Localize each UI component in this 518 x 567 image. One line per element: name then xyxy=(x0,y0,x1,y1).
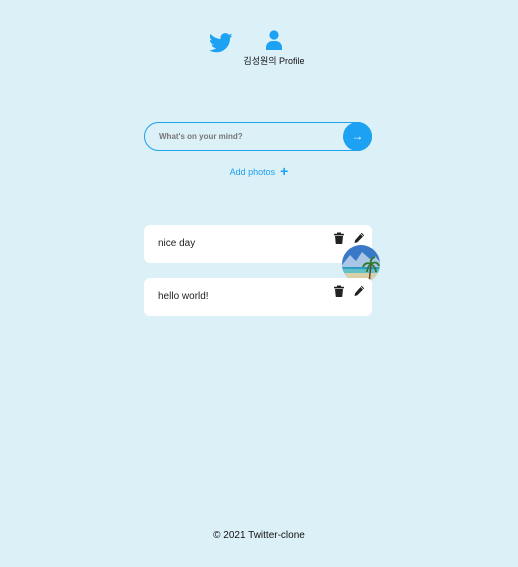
plus-icon: + xyxy=(280,163,289,179)
pencil-icon xyxy=(354,232,365,243)
add-photos-label: Add photos xyxy=(229,167,276,177)
navigation-bar: 김성원의 Profile xyxy=(0,30,518,70)
tweet-text: hello world! xyxy=(158,291,209,302)
profile-label: 김성원의 Profile xyxy=(243,56,305,66)
submit-button[interactable]: → xyxy=(343,122,372,151)
user-icon xyxy=(266,30,282,50)
trash-icon xyxy=(333,285,344,297)
edit-button[interactable] xyxy=(353,284,365,296)
delete-button[interactable] xyxy=(333,231,345,244)
tweet-input[interactable] xyxy=(144,122,372,151)
profile-link[interactable]: 김성원의 Profile xyxy=(238,30,310,70)
twitter-bird-icon xyxy=(208,33,233,53)
tweet-actions xyxy=(329,284,365,297)
home-link[interactable] xyxy=(208,32,233,54)
tweet-card: hello world! xyxy=(144,278,372,316)
add-photos-button[interactable]: Add photos + xyxy=(0,163,518,179)
delete-button[interactable] xyxy=(333,284,345,297)
tweet-text: nice day xyxy=(158,238,196,249)
pencil-icon xyxy=(354,285,365,296)
trash-icon xyxy=(333,232,344,244)
tweet-card: nice day xyxy=(144,225,372,263)
tweet-actions xyxy=(329,231,365,244)
copyright-text: © 2021 Twitter-clone xyxy=(213,530,305,541)
tweet-form: → xyxy=(144,122,372,151)
edit-button[interactable] xyxy=(353,231,365,243)
footer: © 2021 Twitter-clone xyxy=(0,530,518,541)
